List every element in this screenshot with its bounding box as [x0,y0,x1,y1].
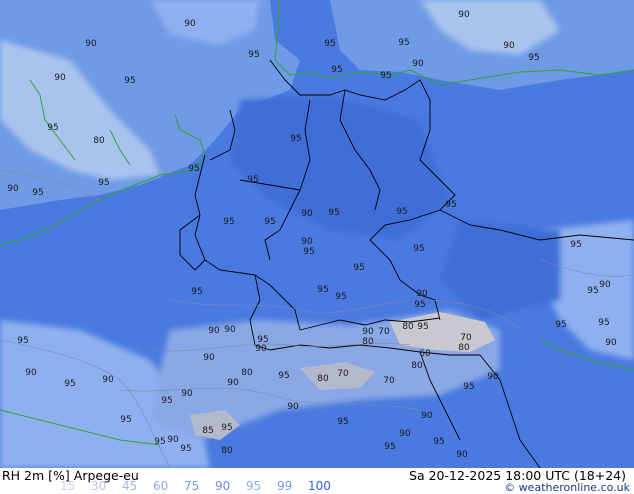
contour-label: 95 [247,175,258,185]
legend-value: 15 [60,479,76,493]
contour-label: 90 [362,327,374,337]
contour-label: 70 [337,369,349,379]
contour-label: 95 [413,244,424,254]
contour-label: 80 [93,136,105,146]
contour-label: 90 [227,378,239,388]
contour-label: 95 [398,38,409,48]
contour-label: 90 [287,402,299,412]
contour-label: 95 [335,292,346,302]
contour-label: 95 [317,285,328,295]
contour-label: 95 [587,286,598,296]
contour-label: 95 [445,200,456,210]
contour-label: 95 [303,247,314,257]
contour-label: 95 [120,415,131,425]
legend-value: 95 [246,479,262,493]
contour-label: 95 [384,442,395,452]
contour-label: 95 [223,217,234,227]
contour-label: 95 [17,336,28,346]
contour-label: 90 [301,237,313,247]
contour-label: 90 [184,19,196,29]
contour-label: 95 [98,178,109,188]
contour-label: 90 [416,289,428,299]
contour-label: 95 [337,417,348,427]
contour-label: 90 [605,338,617,348]
legend-value: 100 [308,479,331,493]
contour-label: 95 [188,164,199,174]
contour-label: 95 [328,208,339,218]
contour-label: 90 [456,450,468,460]
bottom-bar: RH 2m [%] Arpege-eu Sa 20-12-2025 18:00 … [0,468,634,494]
contour-label: 90 [7,184,19,194]
contour-label: 95 [598,318,609,328]
contour-label: 80 [221,446,233,456]
contour-label: 95 [353,263,364,273]
map-svg: 90909595 9590909590 959595909580 959590 9595… [0,0,634,469]
contour-label: 60 [419,349,431,359]
legend-value: 60 [153,479,169,493]
contour-label: 95 [417,322,428,332]
contour-label: 95 [248,50,259,60]
contour-label: 80 [458,343,470,353]
contour-label: 90 [599,280,611,290]
contour-label: 95 [324,39,335,49]
contour-label: 90 [181,389,193,399]
contour-label: 95 [331,65,342,75]
contour-label: 90 [421,411,433,421]
contour-label: 95 [124,76,135,86]
contour-label: 95 [463,382,474,392]
contour-label: 95 [191,287,202,297]
contour-label: 90 [487,372,499,382]
contour-label: 95 [264,217,275,227]
contour-label: 95 [154,437,165,447]
contour-label: 90 [203,353,215,363]
contour-label: 80 [411,361,423,371]
contour-label: 90 [458,10,470,20]
credit-link[interactable]: © weatheronline.co.uk [504,481,630,494]
contour-label: 90 [85,39,97,49]
contour-label: 95 [32,188,43,198]
legend-value: 45 [122,479,138,493]
legend-value: 90 [215,479,231,493]
contour-label: 90 [208,326,220,336]
legend-value: 99 [277,479,293,493]
contour-label: 90 [412,59,424,69]
rh-map: 90 90 95 95 95 90 90 95 90 95 95 95 90 95 80 95 95 90 95 95… [0,0,634,469]
contour-label: 80 [317,374,329,384]
contour-label: 95 [47,123,58,133]
contour-label: 90 [102,375,114,385]
color-legend: 15 30 45 60 75 90 95 99 100 [60,479,339,493]
legend-value: 75 [184,479,200,493]
contour-label: 95 [396,207,407,217]
contour-label: 95 [433,437,444,447]
legend-value: 30 [91,479,107,493]
contour-label: 95 [64,379,75,389]
contour-label: 95 [278,371,289,381]
contour-label: 90 [224,325,236,335]
contour-label: 90 [25,368,37,378]
contour-label: 90 [54,73,66,83]
contour-label: 95 [414,300,425,310]
contour-label: 95 [290,134,301,144]
contour-label: 95 [180,444,191,454]
contour-label: 95 [528,53,539,63]
contour-label: 95 [221,423,232,433]
contour-label: 90 [399,429,411,439]
contour-label: 90 [503,41,515,51]
contour-label: 90 [301,209,313,219]
contour-label: 80 [362,337,374,347]
contour-label: 80 [241,368,253,378]
contour-label: 90 [255,344,267,354]
contour-label: 70 [383,376,395,386]
contour-label: 85 [202,426,213,436]
contour-label: 70 [460,333,472,343]
contour-label: 95 [161,396,172,406]
contour-label: 70 [378,327,390,337]
contour-label: 90 [167,435,179,445]
contour-label: 95 [555,320,566,330]
contour-label: 95 [570,240,581,250]
contour-label: 95 [380,71,391,81]
contour-label: 80 [402,322,414,332]
